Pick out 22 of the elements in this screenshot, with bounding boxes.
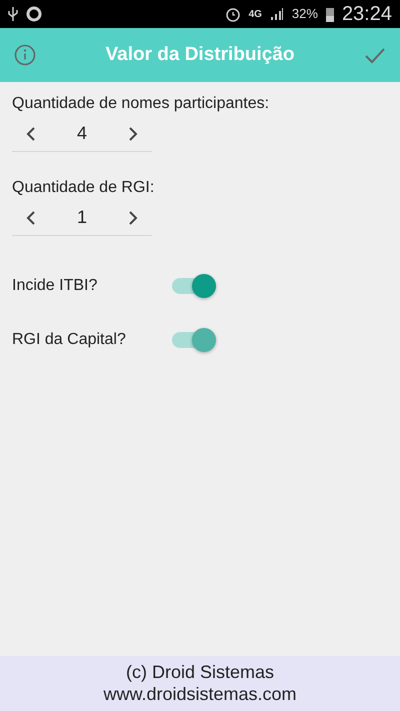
copyright-text: (c) Droid Sistemas bbox=[126, 662, 274, 684]
stepper-value: 4 bbox=[76, 122, 87, 145]
battery-percent: 32% bbox=[292, 5, 318, 24]
usb-icon bbox=[8, 6, 18, 22]
chevron-right-icon[interactable] bbox=[128, 210, 138, 226]
battery-icon bbox=[326, 6, 334, 22]
alarm-icon bbox=[224, 6, 241, 22]
info-icon[interactable] bbox=[14, 44, 36, 66]
toggle-label: RGI da Capital? bbox=[12, 330, 127, 350]
field-label: Quantidade de RGI: bbox=[12, 178, 156, 198]
website-link[interactable]: www.droidsistemas.com bbox=[103, 684, 297, 706]
clock-time: 23:24 bbox=[342, 2, 392, 27]
network-label: 4G bbox=[248, 8, 262, 22]
screen-title: Valor da Distribuição bbox=[106, 42, 294, 67]
field-label: Quantidade de nomes participantes: bbox=[12, 94, 270, 114]
toggle-label: Incide ITBI? bbox=[12, 276, 98, 296]
ring-icon bbox=[26, 6, 42, 22]
chevron-left-icon[interactable] bbox=[26, 126, 36, 142]
stepper-value: 1 bbox=[76, 206, 87, 229]
chevron-left-icon[interactable] bbox=[26, 210, 36, 226]
signal-icon bbox=[270, 7, 284, 21]
chevron-right-icon[interactable] bbox=[128, 126, 138, 142]
